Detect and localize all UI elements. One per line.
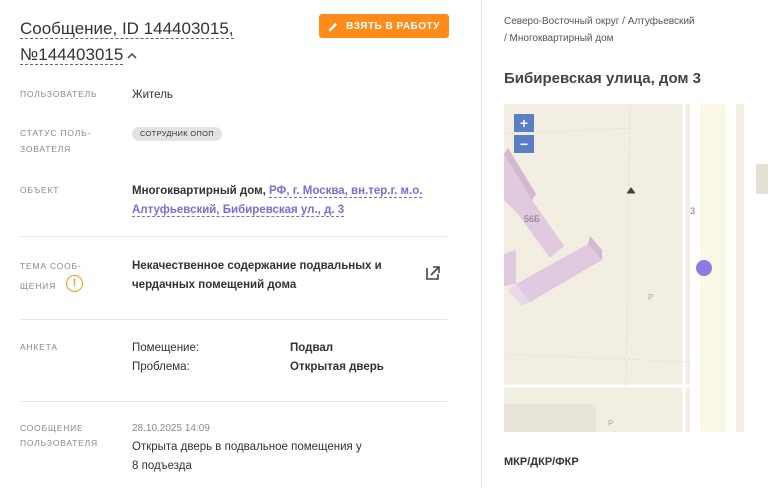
message-text-line1: Открыта дверь в подвальное помещения у [132, 441, 362, 453]
map-label-house: 3 [690, 206, 695, 216]
message-time: 28.10.2025 14:09 [132, 423, 210, 434]
divider [20, 236, 447, 237]
status-label: СТАТУС ПОЛЬ- ЗОВАТЕЛЯ [20, 125, 91, 157]
status-label-line1: СТАТУС ПОЛЬ- [20, 128, 92, 138]
take-to-work-button[interactable]: ВЗЯТЬ В РАБОТУ [319, 14, 449, 38]
anketa-value-room: Подвал [290, 342, 334, 354]
location-panel: Северо-Восточный округ / Алтуфьевский / … [482, 0, 768, 488]
message-title-line2[interactable]: №144403015 [20, 45, 124, 65]
object-value: Многоквартирный дом, РФ, г. Москва, вн.т… [132, 182, 432, 220]
warning-icon[interactable]: ! [66, 275, 83, 292]
anketa-value-problem: Открытая дверь [290, 361, 384, 373]
object-label: ОБЪЕКТ [20, 185, 60, 195]
divider [20, 319, 447, 320]
divider [20, 401, 447, 402]
message-label-line2: ПОЛЬЗОВАТЕЛЯ [20, 438, 98, 448]
message-label-line1: СООБЩЕНИЕ [20, 423, 84, 433]
external-link-icon[interactable] [424, 264, 442, 282]
status-label-line2: ЗОВАТЕЛЯ [20, 144, 72, 154]
take-to-work-label: ВЗЯТЬ В РАБОТУ [346, 20, 440, 32]
user-value: Житель [132, 89, 173, 101]
topic-value-line1: Некачественное содержание подвальных и [132, 260, 382, 272]
topic-value: Некачественное содержание подвальных и ч… [132, 257, 392, 295]
object-address-link-1[interactable]: РФ, г. Москва, вн.тер.г. м.о. [268, 185, 423, 198]
breadcrumb-line2: / Многоквартирный дом [504, 33, 614, 44]
address-title: Бибиревская улица, дом 3 [504, 70, 702, 87]
message-title-line1[interactable]: Сообщение, ID 144403015, [20, 19, 234, 39]
map-canvas[interactable]: 56Б 3 P P [504, 104, 768, 432]
parking-icon: P [608, 419, 613, 428]
anketa-label: АНКЕТА [20, 342, 58, 352]
anketa-key-room: Помещение: [132, 342, 200, 354]
map[interactable]: 56Б 3 P P + − [504, 104, 768, 432]
topic-value-line2: чердачных помещений дома [132, 279, 297, 291]
user-label: ПОЛЬЗОВАТЕЛЬ [20, 89, 98, 99]
pencil-icon [329, 22, 338, 31]
breadcrumb: Северо-Восточный округ / Алтуфьевский / … [504, 13, 764, 47]
message-body: 28.10.2025 14:09 Открыта дверь в подваль… [132, 419, 432, 476]
topic-label-line1: ТЕМА СООБ- [20, 261, 82, 271]
message-label: СООБЩЕНИЕ ПОЛЬЗОВАТЕЛЯ [20, 421, 98, 451]
message-text-line2: 8 подъезда [132, 460, 192, 472]
breadcrumb-line1: Северо-Восточный округ / Алтуфьевский [504, 16, 695, 27]
status-value: СОТРУДНИК ОПОП [132, 124, 222, 143]
message-title: Сообщение, ID 144403015, №144403015 [20, 16, 300, 68]
object-address-link-2[interactable]: Алтуфьевский, Бибиревская ул., д. 3 [132, 204, 345, 217]
anketa-key-problem: Проблема: [132, 361, 190, 373]
chevron-up-icon[interactable] [125, 49, 139, 63]
status-badge: СОТРУДНИК ОПОП [132, 127, 222, 141]
message-panel: Сообщение, ID 144403015, №144403015 ВЗЯТ… [0, 0, 465, 488]
location-marker[interactable] [696, 260, 712, 276]
mkr-label: МКР/ДКР/ФКР [504, 456, 579, 468]
map-label-building: 56Б [524, 214, 540, 224]
zoom-out-button[interactable]: − [514, 135, 534, 153]
parking-icon: P [648, 293, 653, 302]
zoom-in-button[interactable]: + [514, 114, 534, 132]
object-type: Многоквартирный дом, [132, 185, 269, 197]
